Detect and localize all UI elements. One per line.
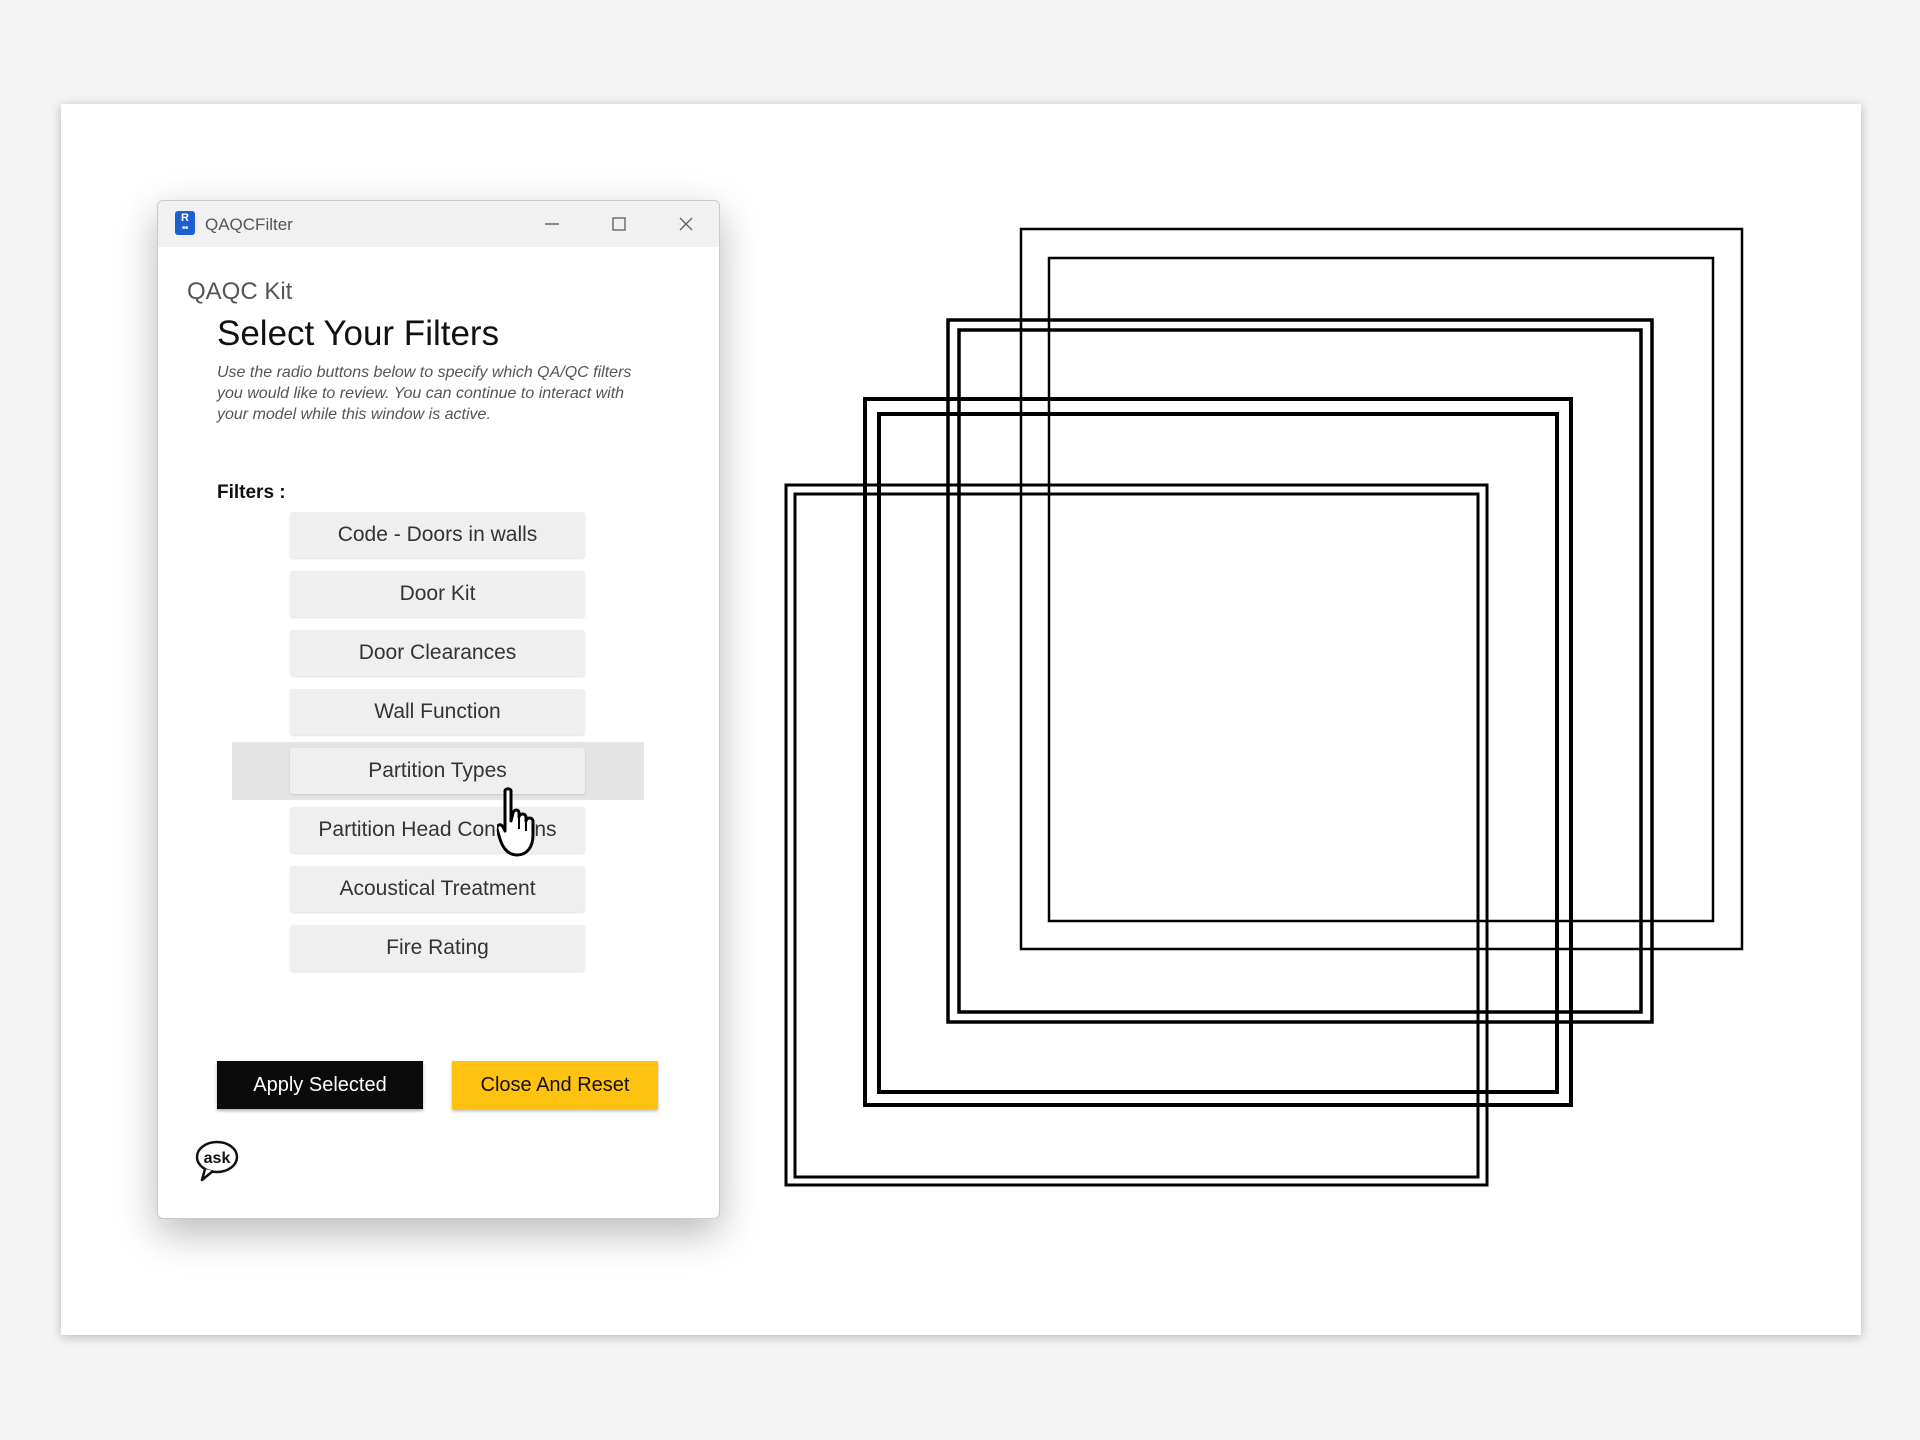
maximize-button[interactable] (586, 201, 652, 247)
apply-selected-button[interactable]: Apply Selected (217, 1061, 423, 1109)
revit-app-icon: R ■■ (175, 211, 195, 235)
qaqc-filter-window: R ■■ QAQCFilter QAQC Kit Select Your Filt… (157, 200, 720, 1219)
ask-icon-text: ask (204, 1150, 231, 1167)
close-icon (679, 217, 693, 231)
instructions-text: Use the radio buttons below to specify w… (217, 364, 632, 423)
filter-button-wall-function[interactable]: Wall Function (290, 689, 585, 735)
minimize-button[interactable] (519, 201, 585, 247)
hand-pointer-cursor-icon (497, 787, 535, 857)
close-window-button[interactable] (653, 201, 719, 247)
kit-label: QAQC Kit (187, 278, 293, 305)
filters-label: Filters : (217, 482, 286, 503)
frame-outer (946, 318, 1654, 1024)
maximize-icon (612, 217, 626, 231)
filter-button-door-clearances[interactable]: Door Clearances (290, 630, 585, 676)
frame-inner (1047, 256, 1715, 923)
filter-button-fire-rating[interactable]: Fire Rating (290, 925, 585, 971)
filter-button-door-kit[interactable]: Door Kit (290, 571, 585, 617)
close-and-reset-button[interactable]: Close And Reset (452, 1061, 658, 1109)
filter-button-code-doors-in-walls[interactable]: Code - Doors in walls (290, 512, 585, 558)
page-title: Select Your Filters (217, 314, 500, 353)
ask-help-icon[interactable]: ask (193, 1136, 241, 1184)
frame-inner (793, 492, 1480, 1179)
frame-outer (1019, 227, 1744, 951)
title-bar[interactable]: R ■■ QAQCFilter (158, 201, 719, 247)
filter-button-acoustical-treatment[interactable]: Acoustical Treatment (290, 866, 585, 912)
frame-outer (863, 397, 1573, 1107)
minimize-icon (545, 223, 559, 225)
frame-outer (784, 483, 1489, 1187)
frame-inner (877, 412, 1559, 1094)
frame-inner (957, 328, 1643, 1014)
window-title: QAQCFilter (205, 215, 293, 234)
